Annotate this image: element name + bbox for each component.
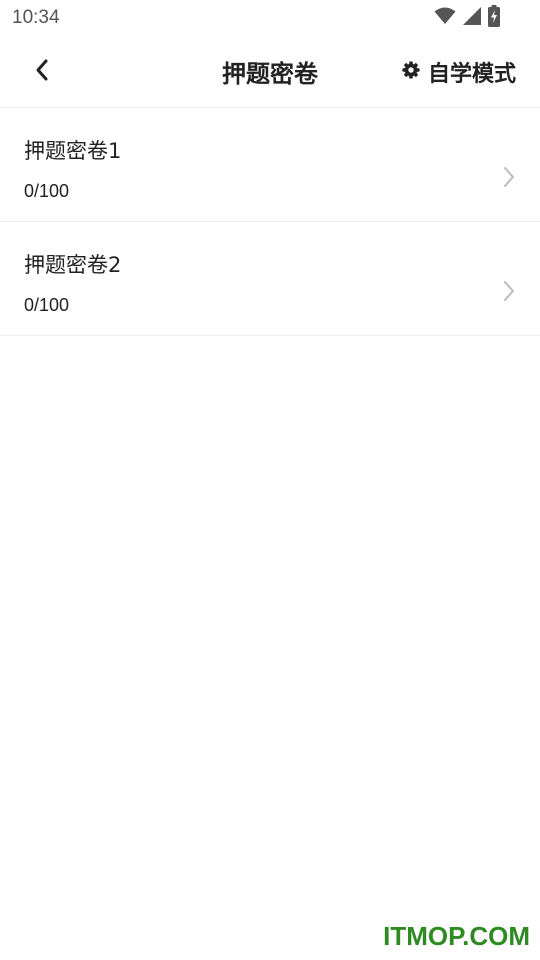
item-progress: 0/100 [24,295,70,315]
chevron-right-icon [504,281,514,301]
item-title: 押题密卷1 [24,139,122,163]
watermark: ITMOP.COM [383,921,530,951]
self-study-mode-button[interactable]: 自学模式 [402,56,516,88]
battery-charging-icon [488,5,500,31]
exam-paper-list: 押题密卷1 0/100 押题密卷2 0/100 [0,108,540,336]
back-button[interactable] [22,52,62,92]
status-icons [434,5,500,31]
item-title: 押题密卷2 [24,253,122,277]
signal-icon [462,6,482,30]
navigation-bar: 押题密卷 自学模式 [0,36,540,108]
status-time: 10:34 [12,7,60,28]
chevron-right-icon [504,167,514,187]
chevron-left-icon [34,58,50,86]
list-item[interactable]: 押题密卷1 0/100 [0,108,540,222]
self-study-mode-label: 自学模式 [427,62,516,87]
gear-icon [402,61,420,83]
status-bar: 10:34 [0,0,540,36]
item-progress: 0/100 [24,181,70,201]
list-item[interactable]: 押题密卷2 0/100 [0,222,540,336]
wifi-icon [434,7,456,29]
